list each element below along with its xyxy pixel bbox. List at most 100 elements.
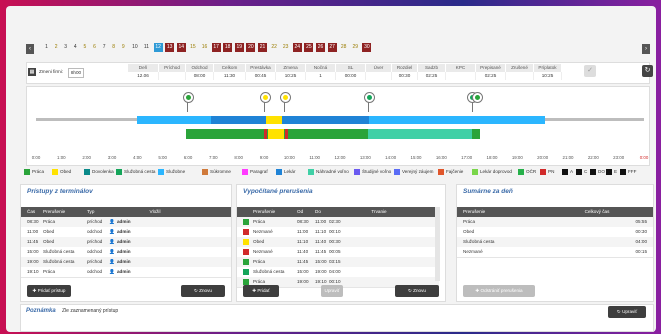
day-24[interactable]: 24 [292, 43, 302, 52]
shift-value[interactable]: 8h00 [68, 68, 84, 78]
day-12[interactable]: 12 [153, 43, 163, 52]
calendar-icon[interactable]: ▦ [28, 68, 36, 76]
day-23[interactable]: 23 [281, 43, 290, 52]
day-20[interactable]: 20 [246, 43, 256, 52]
day-18[interactable]: 18 [223, 43, 233, 52]
table-header: Čas Prerušenie Typ Vložil [21, 207, 231, 217]
break-color-swatch [243, 229, 249, 235]
day-25[interactable]: 25 [304, 43, 314, 52]
day-22[interactable]: 22 [270, 43, 279, 52]
day-9[interactable]: 9 [119, 43, 128, 52]
day-1[interactable]: 1 [42, 43, 51, 52]
time-tick: 15:00 [410, 155, 422, 160]
add-break-button[interactable]: ✚ Pridať [243, 285, 279, 297]
user-icon: 👤 [109, 239, 115, 244]
next-month-button[interactable]: › [642, 44, 650, 54]
column-header: Prerušenie [253, 209, 276, 214]
day-4[interactable]: 4 [71, 43, 80, 52]
summary-value [159, 72, 186, 80]
day-29[interactable]: 29 [351, 43, 360, 52]
access-marker-icon[interactable] [472, 92, 483, 103]
refresh-button[interactable]: ↻ [642, 65, 653, 77]
summary-header: Deň [128, 64, 159, 72]
summary-header: Zrušené [506, 64, 534, 72]
day-2[interactable]: 2 [52, 43, 61, 52]
legend-item: Fajčenie [438, 168, 463, 176]
duration-cell: 04:00 [329, 269, 341, 274]
day-5[interactable]: 5 [80, 43, 89, 52]
summary-value: 11:30 [214, 72, 246, 80]
day-10[interactable]: 10 [130, 43, 139, 52]
summary-value: 10:25 [276, 72, 306, 80]
duration-cell: 03:15 [329, 259, 341, 264]
from-cell: 19:00 [297, 279, 309, 284]
column-header: Čas [27, 209, 36, 214]
summary-value: 00:45 [246, 72, 276, 80]
access-panel: Prístupy z terminálov Čas Prerušenie Typ Vl… [20, 184, 232, 302]
legend-item: Služobná cesta [116, 168, 155, 176]
legend-swatch [308, 168, 314, 175]
day-15[interactable]: 15 [188, 43, 197, 52]
day-21[interactable]: 21 [258, 43, 267, 52]
break-cell: Služobná cesta [43, 249, 75, 254]
edit-note-button[interactable]: ↻ Upraviť [608, 306, 646, 318]
day-17[interactable]: 17 [211, 43, 221, 52]
time-tick: 4:00 [133, 155, 142, 160]
column-header: Prerušenie [43, 209, 66, 214]
day-30[interactable]: 30 [362, 43, 372, 52]
day-26[interactable]: 26 [316, 43, 325, 52]
legend-swatch [354, 168, 360, 175]
access-marker-icon[interactable] [280, 92, 291, 103]
add-access-button[interactable]: ✚ Pridať prístup [27, 285, 71, 297]
day-3[interactable]: 3 [61, 43, 70, 52]
time-tick: 10:00 [283, 155, 295, 160]
time-tick: 16:00 [435, 155, 447, 160]
prev-month-button[interactable]: ‹ [26, 44, 34, 54]
table-row: Nezmané 00:15 [457, 247, 653, 258]
access-marker-icon[interactable] [260, 92, 271, 103]
day-28[interactable]: 28 [339, 43, 348, 52]
timeline-segment [264, 129, 267, 139]
access-marker-icon[interactable] [364, 92, 375, 103]
from-cell: 15:00 [297, 269, 309, 274]
summary-header: Rozdiel [392, 64, 418, 72]
day-14[interactable]: 14 [176, 43, 186, 52]
from-cell: 11:40 [297, 249, 309, 254]
note-text: Zle zaznamenaný prístup [62, 308, 119, 314]
refresh-access-button[interactable]: ↻ Znovu [181, 285, 225, 297]
break-color-swatch [243, 239, 249, 245]
confirm-button[interactable]: ✓ [584, 65, 596, 77]
column-header: Typ [87, 209, 95, 214]
edit-break-button[interactable]: Upraviť [321, 285, 343, 297]
day-19[interactable]: 19 [234, 43, 244, 52]
computed-panel: Vypočítané prerušenia Prerušenie Od Do Trva… [236, 184, 446, 302]
total-cell: 00:15 [635, 249, 648, 254]
day-27[interactable]: 27 [327, 43, 337, 52]
access-marker-icon[interactable] [183, 92, 194, 103]
summary-header: Príchod [159, 64, 186, 72]
refresh-breaks-button[interactable]: ↻ Znovu [395, 285, 439, 297]
day-6[interactable]: 6 [90, 43, 99, 52]
access-title: Prístupy z terminálov [27, 188, 93, 195]
scrollbar[interactable] [435, 207, 440, 281]
day-11[interactable]: 11 [142, 43, 151, 52]
summary-header: Príplatok [534, 64, 562, 72]
day-13[interactable]: 13 [165, 43, 175, 52]
summary-value: 00:00 [336, 72, 366, 80]
day-7[interactable]: 7 [100, 43, 109, 52]
break-color-swatch [243, 259, 249, 265]
break-cell: Práca [43, 219, 56, 224]
legend-item: Dovolenka [84, 168, 114, 176]
user-cell: admin [117, 239, 131, 244]
legend-item: Lekár [276, 168, 296, 176]
time-tick: 1:00 [57, 155, 66, 160]
day-16[interactable]: 16 [200, 43, 209, 52]
remove-breaks-button[interactable]: ✚ Odstrániť prerušenia [463, 285, 535, 297]
summary-header: SL [336, 64, 366, 72]
table-row[interactable]: 19:10 Práca odchod 👤 admin [21, 267, 231, 278]
summary-value [366, 72, 392, 80]
time-tick: 6:00 [183, 155, 193, 160]
day-8[interactable]: 8 [109, 43, 118, 52]
from-cell: 11:10 [297, 239, 309, 244]
break-cell: Obed [43, 229, 55, 234]
